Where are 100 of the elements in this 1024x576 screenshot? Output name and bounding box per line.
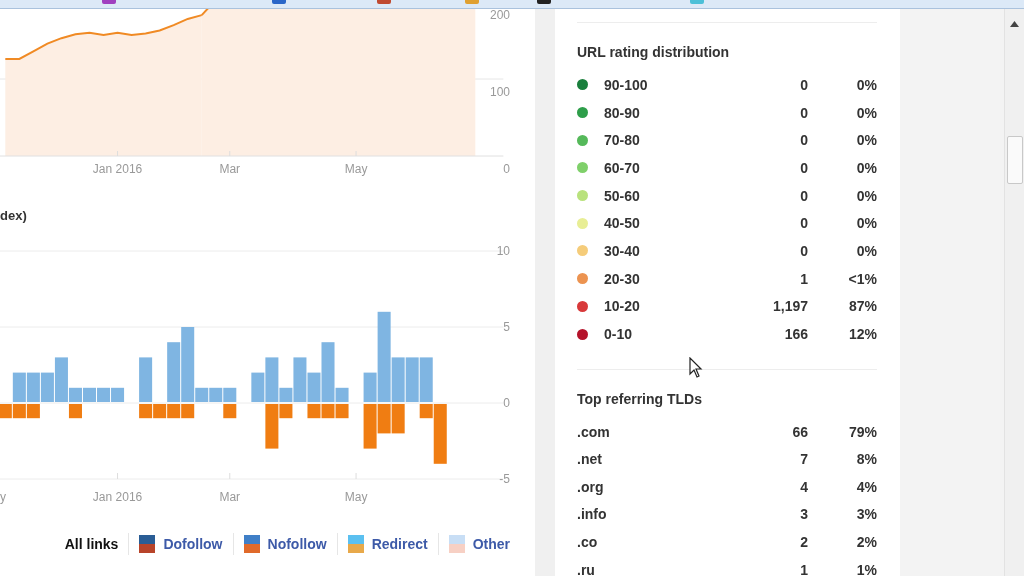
percent-value: 87%: [847, 298, 877, 315]
axis-label: 5: [503, 320, 510, 334]
tld-label: .co: [577, 534, 599, 551]
chart-bar: [12, 404, 26, 419]
count-value: 0: [799, 242, 808, 259]
bookmark-icon[interactable]: [102, 0, 116, 4]
count-value: 7: [799, 451, 808, 468]
chart-bar: [97, 387, 111, 402]
count-value: 4: [799, 478, 808, 495]
tld-label: .ru: [577, 561, 596, 576]
range-label: 30-40: [604, 242, 641, 259]
percent-value: 0%: [855, 159, 877, 176]
chart-bar: [153, 404, 167, 419]
percent-value: 0%: [855, 215, 877, 232]
axis-label: Mar: [219, 162, 241, 176]
range-label: 60-70: [604, 159, 641, 176]
count-value: 2: [799, 534, 808, 551]
count-value: 0: [799, 132, 808, 149]
legend-link[interactable]: All links: [64, 536, 119, 552]
chart-bar: [209, 387, 223, 402]
count-value: 0: [799, 159, 808, 176]
chart-bar: [26, 404, 40, 419]
chart-bar: [0, 404, 12, 419]
count-value: 0: [799, 215, 808, 232]
chart-bar: [26, 372, 40, 402]
percent-value: 0%: [855, 76, 877, 93]
range-label: 40-50: [604, 215, 641, 232]
percent-value: 79%: [847, 423, 877, 440]
mouse-cursor-icon: [689, 357, 703, 379]
axis-label: Jan 2016: [92, 162, 143, 176]
axis-label: Jan 2016: [92, 490, 143, 504]
chart-bar: [223, 404, 237, 419]
range-label: 70-80: [604, 132, 641, 149]
axis-label: 0: [503, 162, 510, 176]
count-value: 3: [799, 506, 808, 523]
legend-link[interactable]: Other: [472, 536, 510, 552]
chart-bar: [419, 357, 433, 402]
percent-value: 1%: [855, 561, 877, 576]
scroll-thumb[interactable]: [1007, 136, 1023, 184]
axis-label: May: [344, 162, 368, 176]
section-title: Top referring TLDs: [577, 389, 703, 408]
axis-label: -5: [499, 472, 510, 486]
count-value: 1: [799, 561, 808, 576]
legend-link[interactable]: Dofollow: [163, 536, 223, 552]
scroll-up-icon[interactable]: [1010, 21, 1019, 27]
count-value: 0: [799, 104, 808, 121]
legend-link[interactable]: Redirect: [371, 536, 428, 552]
range-label: 90-100: [604, 76, 649, 93]
tld-label: .com: [577, 423, 611, 440]
tld-label: .org: [577, 478, 605, 495]
count-value: 1,197: [771, 298, 808, 315]
axis-label: 200: [489, 9, 510, 22]
chart-title: dex): [0, 207, 27, 225]
percent-value: 4%: [855, 478, 877, 495]
axis-label: 0: [503, 396, 510, 410]
range-label: 0-10: [604, 326, 634, 343]
count-value: 0: [799, 76, 808, 93]
axis-label: Mar: [219, 490, 241, 504]
bookmark-icon[interactable]: [537, 0, 551, 4]
count-value: 166: [783, 326, 808, 343]
percent-value: 3%: [855, 506, 877, 523]
percent-value: 8%: [855, 451, 877, 468]
tld-label: .info: [577, 506, 608, 523]
count-value: 66: [791, 423, 808, 440]
range-label: 10-20: [604, 298, 641, 315]
tld-label: .net: [577, 451, 603, 468]
section-title: URL rating distribution: [577, 43, 731, 61]
chart-bar: [12, 372, 26, 402]
chart-bar: [181, 404, 195, 419]
percent-value: 0%: [855, 242, 877, 259]
chart-bar: [167, 342, 181, 402]
chart-bar: [391, 404, 405, 434]
legend-link[interactable]: Nofollow: [267, 536, 327, 552]
axis-label: 100: [489, 85, 510, 99]
bookmark-icon[interactable]: [272, 0, 286, 4]
chart-bar: [83, 387, 96, 402]
range-label: 20-30: [604, 270, 641, 287]
percent-value: 2%: [855, 534, 877, 551]
range-label: 80-90: [604, 104, 641, 121]
chart-bar: [307, 404, 321, 419]
chart-bar: [321, 404, 335, 419]
range-label: 50-60: [604, 187, 641, 204]
axis-label: y: [0, 490, 6, 504]
count-value: 0: [799, 187, 808, 204]
count-value: 1: [799, 270, 808, 287]
percent-value: 0%: [855, 132, 877, 149]
chart-bar: [223, 387, 237, 402]
percent-value: 12%: [847, 326, 877, 343]
chart-bar: [111, 387, 125, 402]
chart-bar: [405, 357, 419, 402]
scrollbar[interactable]: [1004, 9, 1024, 576]
chart-bar: [68, 404, 82, 419]
chart-bar: [139, 404, 153, 419]
axis-label: 10: [496, 244, 510, 258]
percent-value: 0%: [855, 187, 877, 204]
percent-value: <1%: [847, 270, 877, 287]
chart-bar: [335, 404, 349, 419]
axis-label: May: [344, 490, 368, 504]
chart-bar: [167, 404, 181, 419]
percent-value: 0%: [855, 104, 877, 121]
